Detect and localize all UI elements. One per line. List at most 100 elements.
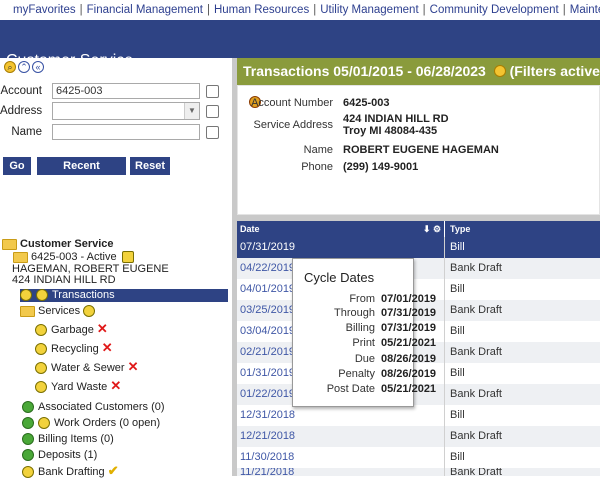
- row-date: 01/31/2019: [240, 367, 296, 379]
- cell-separator: [444, 405, 445, 426]
- cycle-dates-popup: Cycle Dates From 07/01/2019 Through 07/31/…: [292, 258, 436, 407]
- name-input[interactable]: [52, 124, 200, 140]
- table-row[interactable]: 11/21/2018 Bank Draft: [237, 468, 600, 476]
- tree-root[interactable]: Customer Service: [2, 238, 114, 251]
- billing-icon: [22, 433, 34, 446]
- row-type: Bank Draft: [450, 388, 502, 400]
- top-navigation: myFavorites | Financial Management | Human R…: [0, 0, 600, 20]
- chevron-down-icon[interactable]: ▼: [184, 103, 199, 119]
- name-label: Name: [11, 126, 42, 138]
- nav-community-development[interactable]: Community Development: [430, 4, 559, 16]
- x-icon: ✕: [96, 321, 108, 336]
- tree-bank-drafting[interactable]: Bank Drafting ✔: [22, 464, 119, 479]
- nav-maintenance[interactable]: Maintenance: [570, 4, 600, 16]
- nav-separator: |: [206, 4, 210, 16]
- cycle-label: Post Date: [326, 383, 375, 395]
- wrench-icon: [22, 417, 34, 430]
- cycle-label: Billing: [345, 322, 375, 334]
- row-type: Bank Draft: [450, 304, 502, 316]
- row-type: Bank Draft: [450, 430, 502, 442]
- cell-separator: [444, 447, 445, 468]
- service-label: Water & Sewer: [51, 362, 125, 374]
- service-address-line2: Troy MI 48084-435: [343, 125, 438, 137]
- table-row[interactable]: 07/31/2019 Bill: [237, 237, 600, 258]
- account-number-value: 6425-003: [343, 97, 390, 109]
- account-checkbox[interactable]: [206, 85, 219, 98]
- reset-button[interactable]: Reset: [130, 157, 170, 175]
- customer-address: 424 INDIAN HILL RD: [12, 274, 116, 286]
- search-icon: [20, 289, 32, 302]
- row-date: 03/04/2019: [240, 325, 296, 337]
- service-icon: [35, 343, 47, 356]
- nav-utility-management[interactable]: Utility Management: [320, 4, 418, 16]
- folder-open-icon: [20, 305, 35, 317]
- tree-services[interactable]: Services: [20, 305, 99, 318]
- tree-billing-items[interactable]: Billing Items (0): [22, 433, 114, 446]
- nav-separator: |: [79, 4, 83, 16]
- transactions-header: Transactions 05/01/2015 - 06/28/2023 (Fi…: [237, 58, 600, 85]
- x-icon: ✕: [127, 359, 139, 374]
- magnifier-icon: [36, 289, 48, 302]
- service-icon: [35, 324, 47, 337]
- transactions-label: Transactions: [52, 289, 115, 301]
- work-orders-label: Work Orders (0 open): [54, 417, 161, 429]
- cycle-label: Penalty: [338, 368, 375, 380]
- nav-my-favorites[interactable]: myFavorites: [13, 4, 76, 16]
- go-button[interactable]: Go: [3, 157, 31, 175]
- table-row[interactable]: 12/21/2018 Bank Draft: [237, 426, 600, 447]
- recent-accounts-button[interactable]: Recent Accounts: [37, 157, 126, 190]
- lock-icon: [121, 251, 134, 264]
- cycle-value: 08/26/2019: [381, 353, 437, 365]
- row-type: Bank Draft: [450, 262, 502, 274]
- nav-human-resources[interactable]: Human Resources: [214, 4, 309, 16]
- row-type: Bank Draft: [450, 346, 502, 358]
- phone-value: (299) 149-9001: [343, 161, 419, 173]
- cell-separator: [444, 300, 445, 321]
- tree-work-orders[interactable]: Work Orders (0 open): [22, 417, 160, 430]
- table-row[interactable]: 12/31/2018 Bill: [237, 405, 600, 426]
- cycle-label: From: [349, 293, 375, 305]
- transactions-date-range: Transactions 05/01/2015 - 06/28/2023: [243, 63, 486, 79]
- collapse-left-icon[interactable]: «: [32, 61, 44, 73]
- name-checkbox[interactable]: [206, 126, 219, 139]
- account-number-label: Account Number: [251, 97, 333, 109]
- column-date[interactable]: Date: [240, 224, 260, 234]
- column-type[interactable]: Type: [450, 224, 470, 234]
- left-panel: ⌕ ⌃ « Account 6425-003 Address ▼ Name Go…: [0, 58, 232, 479]
- bank-icon: [22, 466, 34, 479]
- table-row[interactable]: 11/30/2018 Bill: [237, 447, 600, 468]
- name-info-label: Name: [303, 144, 333, 156]
- service-garbage[interactable]: Garbage ✕: [35, 322, 108, 337]
- spacer: [0, 188, 232, 224]
- tree-transactions[interactable]: Transactions: [20, 289, 228, 302]
- address-checkbox[interactable]: [206, 105, 219, 118]
- cell-separator: [444, 258, 445, 279]
- row-date: 12/31/2018: [240, 409, 296, 421]
- filters-status[interactable]: (Filters active): [510, 63, 600, 79]
- cycle-value: 07/31/2019: [381, 307, 437, 319]
- account-input[interactable]: 6425-003: [52, 83, 200, 99]
- service-address-label: Service Address: [253, 119, 333, 131]
- popup-title: Cycle Dates: [304, 270, 375, 285]
- nav-separator: |: [422, 4, 426, 16]
- grid-header: Date ⬇ ⚙ Type: [237, 221, 600, 237]
- service-recycling[interactable]: Recycling ✕: [35, 341, 113, 356]
- name-info-value: ROBERT EUGENE HAGEMAN: [343, 144, 499, 156]
- collapse-up-icon[interactable]: ⌃: [18, 61, 30, 73]
- service-yard-waste[interactable]: Yard Waste ✕: [35, 379, 121, 394]
- tree-deposits[interactable]: Deposits (1): [22, 449, 97, 462]
- row-type: Bank Draft: [450, 468, 502, 476]
- cell-separator: [444, 426, 445, 447]
- cell-separator: [444, 363, 445, 384]
- sort-icon[interactable]: ⬇ ⚙: [423, 224, 441, 235]
- search-icon[interactable]: ⌕: [4, 61, 16, 73]
- service-water-sewer[interactable]: Water & Sewer ✕: [35, 360, 139, 375]
- address-select[interactable]: ▼: [52, 102, 200, 120]
- service-label: Recycling: [51, 343, 99, 355]
- cell-separator: [444, 321, 445, 342]
- column-separator: [444, 221, 445, 237]
- row-date: 07/31/2019: [240, 241, 296, 253]
- filter-icon[interactable]: [493, 65, 506, 77]
- nav-financial-management[interactable]: Financial Management: [87, 4, 203, 16]
- tree-associated-customers[interactable]: Associated Customers (0): [22, 401, 165, 414]
